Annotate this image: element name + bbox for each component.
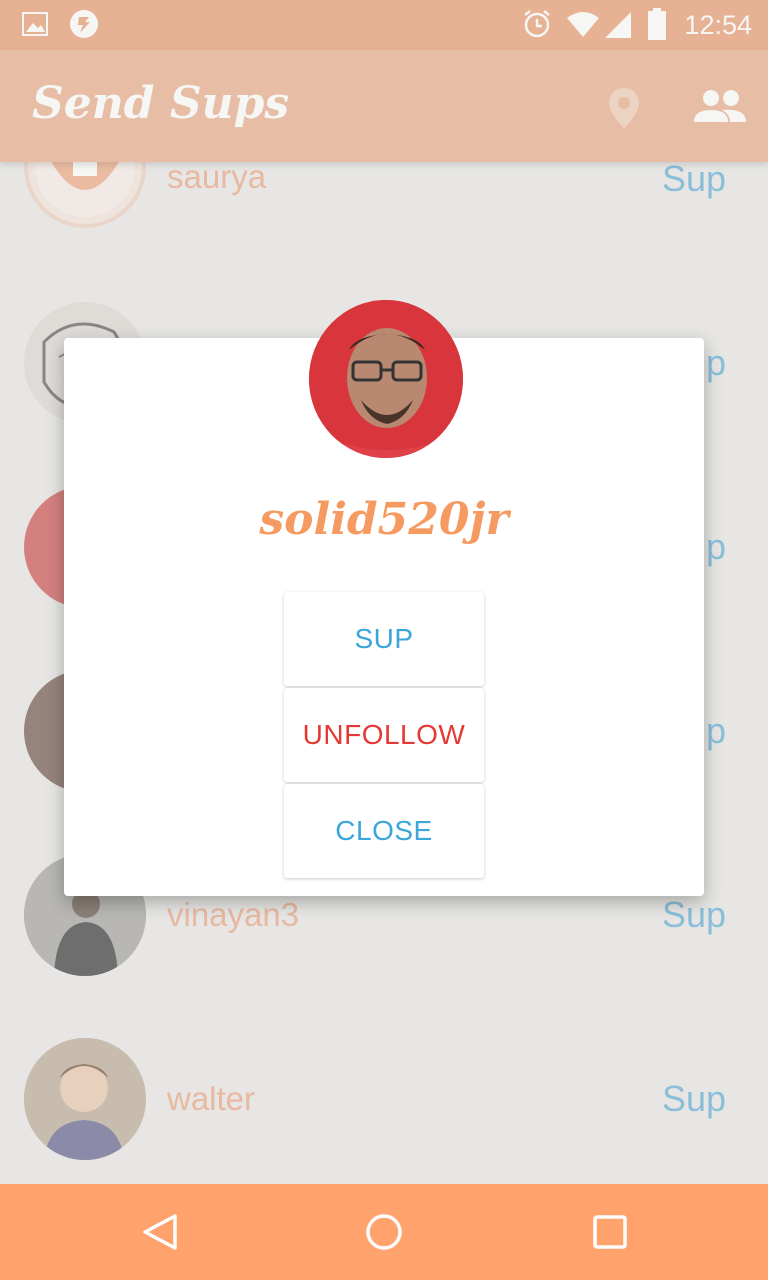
- close-button[interactable]: CLOSE: [284, 784, 484, 878]
- dialog-username: solid520jr: [259, 494, 509, 545]
- navigation-bar: [0, 1184, 768, 1280]
- home-icon[interactable]: [364, 1212, 404, 1252]
- recents-icon[interactable]: [590, 1212, 630, 1252]
- unfollow-button[interactable]: UNFOLLOW: [284, 688, 484, 782]
- person-photo-image: [309, 300, 463, 458]
- dialog-avatar: [309, 300, 463, 458]
- back-icon[interactable]: [140, 1212, 180, 1252]
- sup-button[interactable]: SUP: [284, 592, 484, 686]
